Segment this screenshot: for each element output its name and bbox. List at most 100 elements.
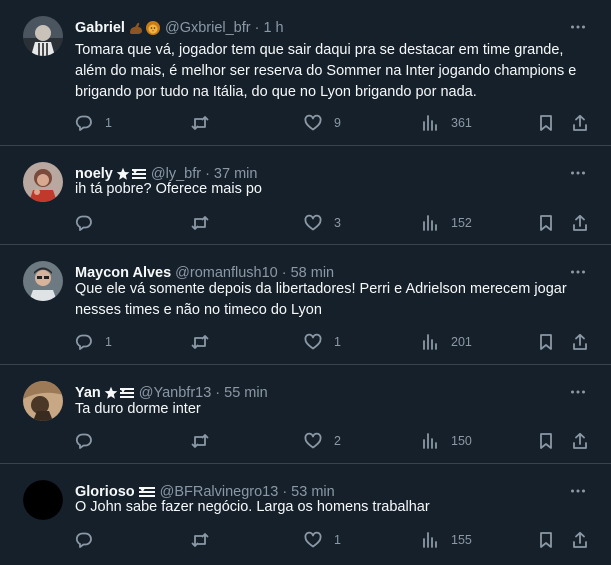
separator: · [254,20,260,36]
view-count: 361 [451,116,472,130]
reply-icon [75,115,92,131]
like-button[interactable]: 3 [304,213,341,233]
tweet-text-line: Ta duro dorme inter [75,401,201,417]
heart-icon [304,214,322,231]
share-icon [573,214,587,231]
views-button[interactable]: 155 [421,530,472,550]
bookmark-button[interactable] [537,530,555,550]
analytics-icon [423,334,437,350]
timestamp[interactable]: 1 h [263,20,283,36]
muscle-emoji-icon [129,22,142,34]
flag-emoji-icon [119,388,134,398]
analytics-icon [423,532,437,548]
avatar[interactable] [23,381,63,421]
retweet-button[interactable] [191,213,221,233]
heart-icon [304,432,322,449]
like-count: 2 [334,434,341,448]
tweet[interactable]: Maycon Alves @romanflush10 · 58 min Que … [0,245,611,365]
share-icon [573,531,587,548]
tweet-actions: 1 9 361 [75,113,593,133]
reply-count: 1 [105,335,112,349]
bookmark-icon [540,334,552,350]
analytics-icon [423,215,437,231]
like-button[interactable]: 2 [304,431,341,451]
tweet[interactable]: Yan @Yanbfr13 · 55 min Ta duro dorme int… [0,365,611,464]
share-button[interactable] [571,113,589,133]
retweet-button[interactable] [191,431,221,451]
share-button[interactable] [571,431,589,451]
view-count: 152 [451,216,472,230]
tweet-text: Tomara que vá, jogador tem que sair daqu… [75,40,593,103]
reply-button[interactable] [75,213,105,233]
tweet-text: Que ele vá somente depois da libertadore… [75,279,593,321]
retweet-icon [191,533,209,547]
tweet-text: Ta duro dorme inter [75,399,593,420]
user-handle[interactable]: @Gxbriel_bfr [165,20,251,36]
bookmark-icon [540,215,552,231]
avatar[interactable] [23,16,63,56]
view-count: 155 [451,533,472,547]
like-count: 3 [334,216,341,230]
share-button[interactable] [571,332,589,352]
star-emoji-icon [104,386,118,399]
tweet-text-line: Que ele vá somente depois da libertadore… [75,281,567,297]
share-icon [573,432,587,449]
reply-button[interactable]: 1 [75,113,112,133]
retweet-icon [191,434,209,448]
share-button[interactable] [571,213,589,233]
views-button[interactable]: 152 [421,213,472,233]
tweet-header: Gabriel @Gxbriel_bfr · 1 h [75,18,591,38]
like-button[interactable]: 1 [304,530,341,550]
share-icon [573,333,587,350]
analytics-icon [423,433,437,449]
reply-button[interactable] [75,431,105,451]
like-count: 1 [334,533,341,547]
views-button[interactable]: 150 [421,431,472,451]
reply-button[interactable] [75,530,105,550]
reply-icon [75,334,92,350]
reply-icon [75,215,92,231]
reply-icon [75,433,92,449]
tweet-text: ih tá pobre? Oferece mais po [75,179,593,200]
avatar[interactable] [23,162,63,202]
tweet[interactable]: Glorioso @BFRalvinegro13 · 53 min O John… [0,464,611,565]
share-button[interactable] [571,530,589,550]
like-count: 1 [334,335,341,349]
badge-emojis [104,386,135,400]
retweet-icon [191,116,209,130]
analytics-icon [423,115,437,131]
badge-emojis [128,20,161,36]
bookmark-icon [540,532,552,548]
heart-icon [304,114,322,131]
like-button[interactable]: 9 [304,113,341,133]
view-count: 201 [451,335,472,349]
tweet-text-line: O John sabe fazer negócio. Larga os home… [75,499,430,515]
reply-count: 1 [105,116,112,130]
avatar[interactable] [23,261,63,301]
retweet-icon [191,335,209,349]
more-options-icon[interactable] [569,18,587,36]
display-name[interactable]: Gabriel [75,20,125,36]
bookmark-button[interactable] [537,213,555,233]
like-button[interactable]: 1 [304,332,341,352]
heart-icon [304,333,322,350]
bookmark-button[interactable] [537,113,555,133]
tweet[interactable]: noely @ly_bfr · 37 min ih tá pobre? Ofer… [0,146,611,245]
avatar[interactable] [23,480,63,520]
views-button[interactable]: 361 [421,113,472,133]
share-icon [573,114,587,131]
bookmark-button[interactable] [537,332,555,352]
reply-button[interactable]: 1 [75,332,112,352]
views-button[interactable]: 201 [421,332,472,352]
retweet-icon [191,216,209,230]
tweet-text-line: nesses times e não no timeco do Lyon [75,302,322,318]
lion-emoji-icon [145,21,160,35]
heart-icon [304,531,322,548]
retweet-button[interactable] [191,332,221,352]
tweet-text-line: além do mais, é melhor ser reserva do So… [75,63,577,79]
tweet[interactable]: Gabriel @Gxbriel_bfr · 1 h Tomara que vá… [0,0,611,146]
retweet-button[interactable] [191,530,221,550]
bookmark-button[interactable] [537,431,555,451]
retweet-button[interactable] [191,113,221,133]
bookmark-icon [540,433,552,449]
